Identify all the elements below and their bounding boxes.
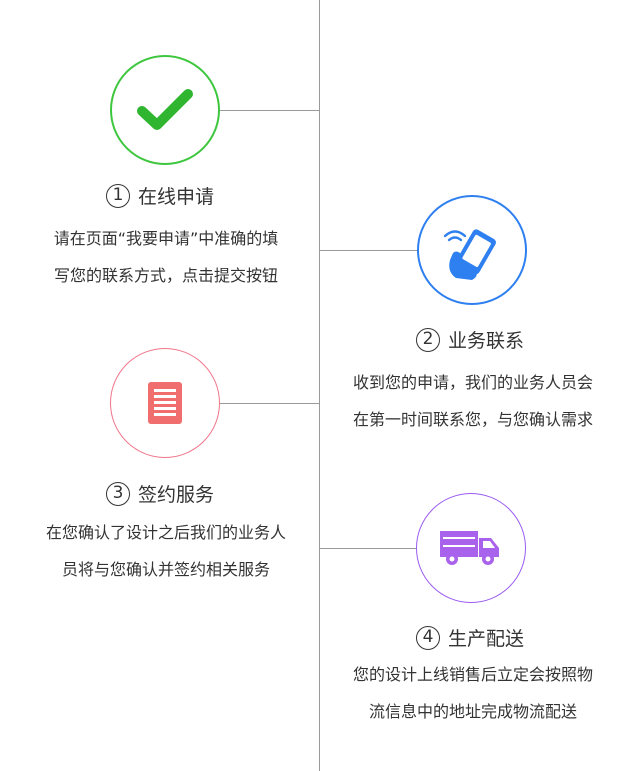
step-2-description: 收到您的申请，我们的业务人员会 在第一时间联系您，与您确认需求	[327, 364, 619, 438]
step-1-number: 1	[106, 183, 130, 208]
connector-step-2	[320, 250, 420, 251]
step-3-desc-line-2: 员将与您确认并签约相关服务	[61, 560, 270, 579]
connector-step-4	[320, 548, 416, 549]
step-3-title: 3 签约服务	[106, 480, 214, 507]
step-2-title-text: 业务联系	[448, 330, 525, 352]
step-4-title-text: 生产配送	[448, 628, 525, 650]
delivery-truck-icon	[440, 531, 499, 565]
step-4-number: 4	[416, 625, 440, 650]
step-4-circle	[416, 493, 526, 603]
step-1-title: 1 在线申请	[106, 182, 214, 209]
step-2-desc-line-2: 在第一时间联系您，与您确认需求	[352, 410, 593, 429]
step-1-desc-line-2: 写您的联系方式，点击提交按钮	[53, 266, 278, 285]
step-3-number: 3	[106, 481, 130, 506]
step-3-circle	[110, 348, 220, 458]
step-2-number: 2	[416, 327, 440, 352]
step-4-title: 4 生产配送	[416, 624, 524, 651]
step-1-circle	[110, 55, 220, 165]
timeline-axis	[319, 0, 320, 771]
step-4-description: 您的设计上线销售后立定会按照物 流信息中的地址完成物流配送	[327, 656, 619, 730]
connector-step-3	[220, 403, 320, 404]
step-2-desc-line-1: 收到您的申请，我们的业务人员会	[352, 373, 593, 392]
step-1-desc-line-1: 请在页面“我要申请”中准确的填	[53, 229, 279, 248]
step-3-desc-line-1: 在您确认了设计之后我们的业务人	[45, 523, 286, 542]
step-3-description: 在您确认了设计之后我们的业务人 员将与您确认并签约相关服务	[18, 514, 314, 588]
step-3-title-text: 签约服务	[138, 484, 215, 506]
step-2-circle	[417, 195, 527, 305]
step-4-desc-line-2: 流信息中的地址完成物流配送	[368, 702, 577, 721]
step-1-title-text: 在线申请	[138, 186, 215, 208]
phone-in-hand-icon	[443, 229, 496, 280]
document-icon	[148, 382, 182, 424]
connector-step-1	[220, 110, 320, 111]
checkmark-icon	[137, 89, 193, 130]
step-1-description: 请在页面“我要申请”中准确的填 写您的联系方式，点击提交按钮	[26, 220, 306, 294]
step-2-title: 2 业务联系	[416, 326, 524, 353]
step-4-desc-line-1: 您的设计上线销售后立定会按照物	[352, 665, 593, 684]
